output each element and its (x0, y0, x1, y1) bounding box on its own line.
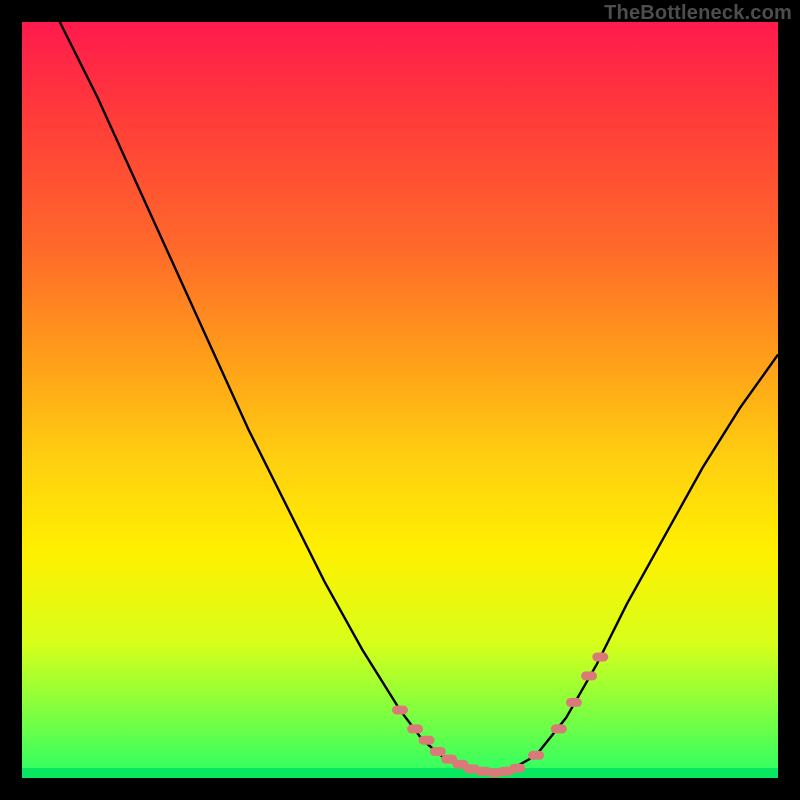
highlight-markers (392, 653, 608, 778)
marker-dot (509, 764, 525, 773)
curve-layer (22, 22, 778, 778)
marker-dot (551, 724, 567, 733)
marker-dot (528, 751, 544, 760)
marker-dot (392, 706, 408, 715)
chart-frame: TheBottleneck.com (0, 0, 800, 800)
bottleneck-curve (60, 22, 778, 773)
marker-dot (566, 698, 582, 707)
marker-dot (430, 747, 446, 756)
marker-dot (419, 736, 435, 745)
marker-dot (581, 671, 597, 680)
marker-dot (592, 653, 608, 662)
watermark-text: TheBottleneck.com (604, 2, 792, 25)
marker-dot (407, 724, 423, 733)
